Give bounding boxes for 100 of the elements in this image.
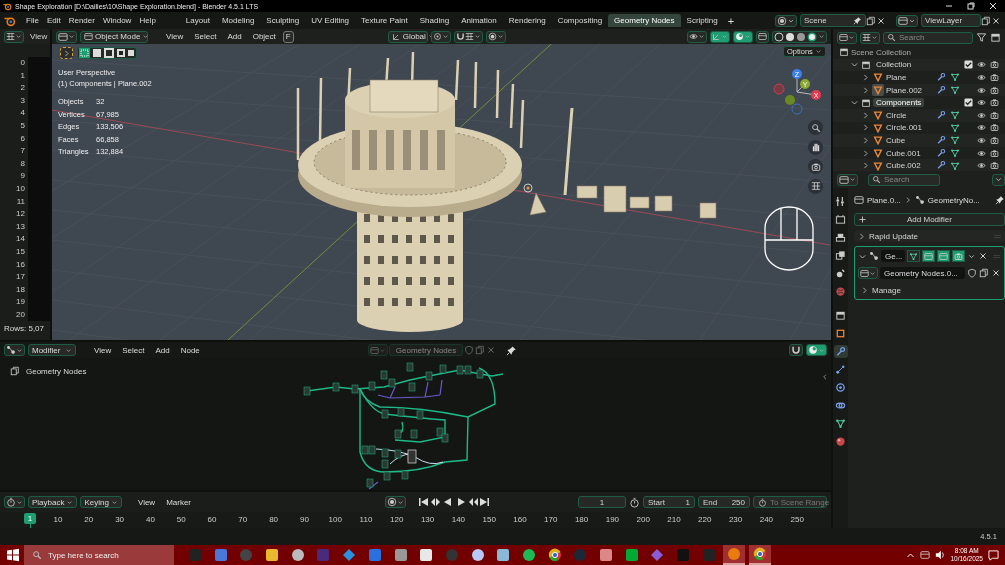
menu-item[interactable]: Edit (42, 16, 65, 25)
frame-number: 70 (238, 515, 248, 524)
row-number: 19 (15, 296, 26, 309)
outliner-item[interactable]: Plane (886, 73, 934, 82)
workspace-tab[interactable]: Rendering (502, 14, 552, 27)
menu-item[interactable]: Render (64, 16, 99, 25)
frame-number: 130 (420, 515, 435, 524)
row-number: 14 (15, 233, 26, 246)
row-count: Rows: 5,07 (4, 324, 45, 334)
view-layer-field[interactable]: ViewLayer (921, 14, 981, 27)
menu-item[interactable]: Object (248, 32, 280, 41)
frame-number: 30 (115, 515, 125, 524)
outliner-item[interactable]: Components (873, 98, 925, 108)
row-number: 11 (15, 195, 26, 208)
workspace-tab[interactable]: Layout (179, 14, 216, 27)
menu-item[interactable]: Select (118, 345, 149, 355)
menu-item[interactable]: Add (223, 32, 246, 41)
row-number: 7 (19, 145, 26, 158)
outliner-item[interactable]: Cube.001 (886, 148, 934, 158)
workspace-tab[interactable]: Texture Paint (355, 14, 414, 27)
workspace-tab[interactable]: Animation (455, 14, 503, 27)
menu-item[interactable]: Add (151, 345, 174, 355)
frame-number: 150 (482, 515, 496, 524)
breadcrumb-item[interactable]: GeometryNo... (927, 195, 980, 205)
frame-number: 10 (53, 515, 63, 524)
subpanel-header[interactable]: Manage (858, 284, 1001, 296)
frame-number: 220 (698, 515, 712, 524)
menu-dropdown[interactable]: Keying (80, 496, 122, 508)
panel-header[interactable]: Rapid Update (854, 230, 1005, 242)
workspace-tab[interactable]: Geometry Nodes (608, 14, 681, 27)
row-number: 5 (19, 119, 26, 132)
menu-item[interactable]: Select (190, 32, 221, 41)
mode-dropdown[interactable]: Object Mode (80, 30, 148, 43)
menu-item[interactable]: View (133, 497, 160, 507)
frame-number: 160 (513, 515, 527, 524)
frame-number: 230 (728, 515, 743, 524)
frame-number: 120 (390, 515, 404, 524)
shortcut-key[interactable]: F (282, 30, 294, 43)
workspace-tab[interactable]: Modeling (215, 14, 261, 27)
row-number: 1 (19, 69, 26, 82)
frame-number: 170 (544, 515, 558, 524)
breadcrumb-item[interactable]: Plane.0... (867, 195, 901, 205)
row-number: 17 (15, 271, 26, 284)
outliner-item[interactable]: Plane.002 (886, 85, 934, 95)
row-number: 20 (15, 308, 26, 321)
frame-number: 80 (269, 515, 279, 524)
row-number: 18 (15, 283, 26, 296)
row-number: 8 (19, 157, 26, 170)
menu-item[interactable]: Help (135, 16, 160, 25)
frame-number: 90 (299, 515, 309, 524)
outliner-item[interactable]: Collection (873, 60, 915, 70)
menu-item[interactable]: File (22, 16, 43, 25)
frame-number: 240 (759, 515, 774, 524)
menu-item[interactable]: Node (176, 345, 204, 355)
row-number: 6 (19, 132, 26, 145)
node-group-field[interactable]: Geometry Nodes.0... (880, 267, 965, 279)
frame-number: 110 (359, 515, 373, 524)
frame-number: 100 (328, 515, 342, 524)
modifier-name-field[interactable]: Ge... (881, 250, 905, 262)
row-number: 9 (19, 170, 26, 183)
frame-number: 250 (790, 515, 804, 524)
search-field[interactable]: Search (883, 31, 973, 44)
current-frame-field[interactable]: 1 (578, 496, 626, 508)
frame-number: 50 (176, 515, 186, 524)
search-field[interactable]: Search (868, 173, 940, 186)
menu-item[interactable]: Marker (162, 497, 196, 507)
search-field[interactable]: Type here to search (24, 545, 174, 565)
frame-number: 60 (207, 515, 217, 524)
node-group-field[interactable]: Geometry Nodes (388, 344, 464, 356)
frame-number: 210 (667, 515, 681, 524)
workspace-tab[interactable]: Compositing (551, 14, 609, 27)
workspace-tab[interactable]: UV Editing (305, 14, 356, 27)
menu-item[interactable]: View (90, 345, 116, 355)
outliner-item[interactable]: Circle (886, 110, 934, 120)
workspace-tab[interactable]: Sculpting (260, 14, 306, 27)
workspace-tab[interactable]: Scripting (680, 14, 724, 27)
row-number: 0 (19, 57, 26, 69)
add-workspace-button[interactable]: + (723, 14, 739, 27)
context-dropdown[interactable]: Modifier (28, 344, 76, 356)
frame-number: 40 (145, 515, 155, 524)
row-number: 16 (15, 258, 26, 271)
row-number: 10 (15, 182, 26, 195)
row-number: 3 (19, 94, 26, 107)
end-frame-field[interactable]: End 250 (698, 496, 750, 508)
outliner-item[interactable]: Scene Collection (851, 47, 1005, 57)
row-number: 15 (15, 245, 26, 258)
workspace-tab[interactable]: Shading (413, 14, 456, 27)
outliner-item[interactable]: Circle.001 (886, 123, 934, 133)
row-number: 2 (19, 82, 26, 95)
orientation-dropdown[interactable]: Global (387, 30, 428, 43)
scene-field[interactable]: Scene (800, 14, 866, 27)
add-modifier-button[interactable]: Add Modifier (854, 213, 1005, 226)
start-frame-field[interactable]: Start 1 (643, 496, 695, 508)
menu-item[interactable]: Window (98, 16, 136, 25)
menu-item[interactable]: View (162, 32, 188, 41)
frame-number: 190 (605, 515, 620, 524)
row-number: 12 (15, 208, 26, 221)
breadcrumb-item[interactable]: Geometry Nodes (26, 366, 87, 376)
menu-dropdown[interactable]: Playback (28, 496, 78, 508)
frame-number: 140 (451, 515, 466, 524)
